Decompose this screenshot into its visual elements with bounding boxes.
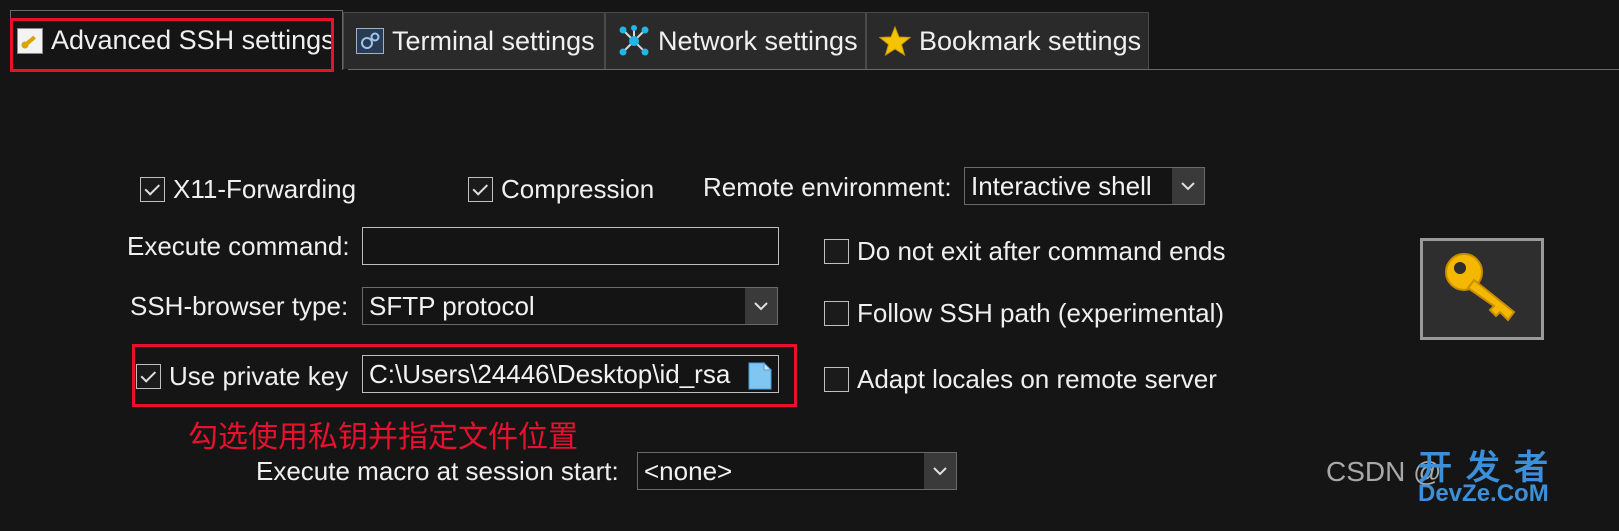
private-key-path-value: C:\Users\24446\Desktop\id_rsa bbox=[369, 358, 731, 389]
chevron-down-icon[interactable] bbox=[1172, 168, 1204, 204]
chevron-down-icon[interactable] bbox=[745, 288, 777, 324]
remote-environment-label: Remote environment: bbox=[703, 172, 952, 202]
compression-checkbox[interactable] bbox=[468, 177, 493, 202]
ssh-browser-type-value: SFTP protocol bbox=[369, 290, 535, 321]
tab-bookmark-settings[interactable]: Bookmark settings bbox=[866, 12, 1149, 69]
do-not-exit-checkbox[interactable] bbox=[824, 239, 849, 264]
key-icon bbox=[1442, 250, 1522, 329]
annotation-text: 勾选使用私钥并指定文件位置 bbox=[188, 421, 578, 454]
execute-command-label: Execute command: bbox=[127, 231, 350, 261]
generate-key-button[interactable] bbox=[1420, 238, 1544, 340]
tab-label: Network settings bbox=[658, 25, 858, 56]
tab-network-settings[interactable]: Network settings bbox=[605, 12, 866, 69]
adapt-locales-checkbox[interactable] bbox=[824, 367, 849, 392]
compression-label: Compression bbox=[501, 174, 655, 204]
private-key-path-input[interactable]: C:\Users\24446\Desktop\id_rsa bbox=[362, 355, 779, 393]
execute-macro-label: Execute macro at session start: bbox=[256, 456, 619, 486]
ssh-browser-type-select[interactable]: SFTP protocol bbox=[362, 287, 778, 325]
tab-advanced-ssh-settings[interactable]: Advanced SSH settings bbox=[10, 10, 343, 70]
follow-ssh-path-checkbox[interactable] bbox=[824, 301, 849, 326]
wrench-icon bbox=[17, 27, 43, 54]
file-browse-icon[interactable] bbox=[748, 361, 773, 395]
tab-label: Bookmark settings bbox=[919, 25, 1142, 56]
do-not-exit-label: Do not exit after command ends bbox=[857, 236, 1226, 266]
x11-forwarding-checkbox[interactable] bbox=[140, 177, 165, 202]
network-icon bbox=[618, 25, 650, 57]
use-private-key-checkbox[interactable] bbox=[136, 364, 161, 389]
terminal-gear-icon bbox=[356, 28, 384, 54]
tab-label: Advanced SSH settings bbox=[51, 25, 335, 55]
star-icon bbox=[879, 26, 911, 56]
ssh-settings-panel: Advanced SSH settings Terminal settings bbox=[0, 0, 1619, 531]
chevron-down-icon[interactable] bbox=[924, 453, 956, 489]
x11-forwarding-label: X11-Forwarding bbox=[173, 174, 357, 204]
remote-environment-select[interactable]: Interactive shell bbox=[964, 167, 1205, 205]
use-private-key-label: Use private key bbox=[169, 361, 349, 391]
execute-macro-select[interactable]: <none> bbox=[637, 452, 957, 490]
ssh-browser-type-label: SSH-browser type: bbox=[130, 291, 349, 321]
execute-macro-value: <none> bbox=[644, 455, 733, 486]
execute-command-input[interactable] bbox=[362, 227, 779, 265]
remote-environment-value: Interactive shell bbox=[971, 170, 1152, 201]
adapt-locales-label: Adapt locales on remote server bbox=[857, 364, 1217, 394]
tab-terminal-settings[interactable]: Terminal settings bbox=[343, 12, 605, 69]
tab-divider bbox=[348, 69, 1619, 70]
brand-watermark-bottom: DevZe.CoM bbox=[1418, 480, 1549, 507]
follow-ssh-path-label: Follow SSH path (experimental) bbox=[857, 298, 1225, 328]
tab-label: Terminal settings bbox=[392, 25, 595, 56]
